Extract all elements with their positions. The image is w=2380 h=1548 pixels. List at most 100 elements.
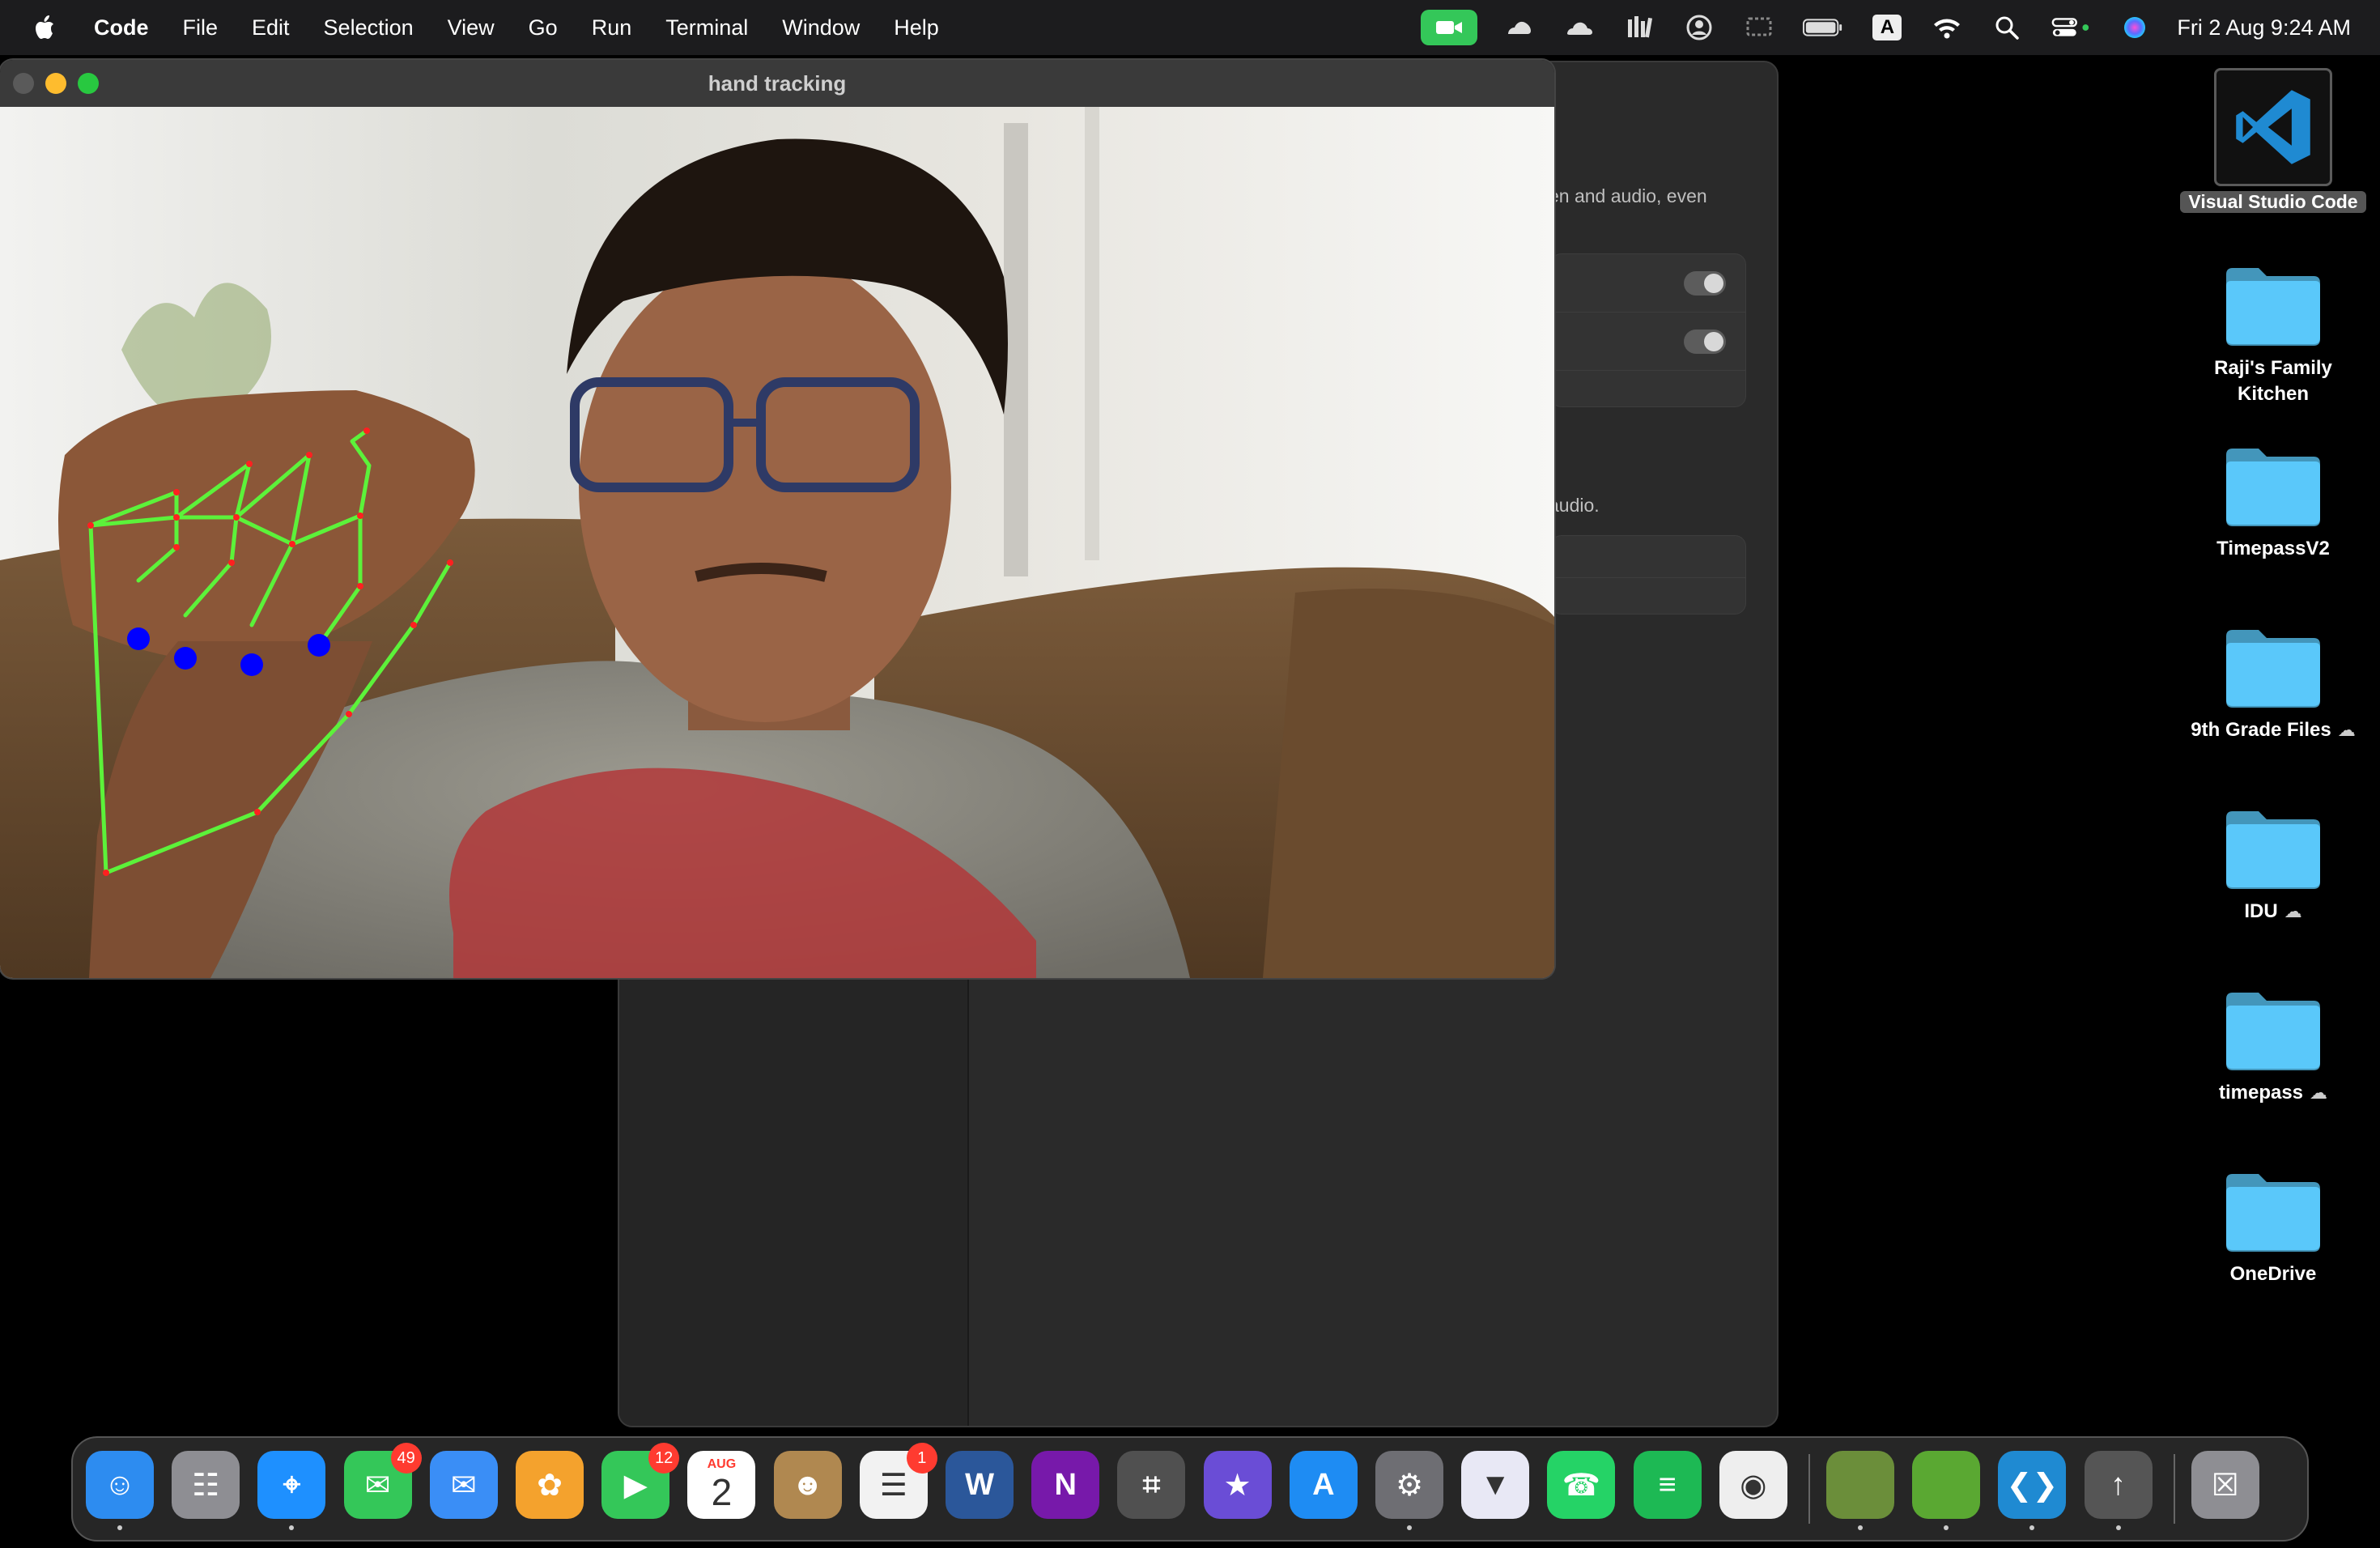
contacts-icon[interactable]: ☻ <box>773 1451 842 1519</box>
menu-terminal[interactable]: Terminal <box>665 15 748 40</box>
settings-row-4 <box>1550 535 1746 579</box>
menubar-clock[interactable]: Fri 2 Aug 9:24 AM <box>2177 15 2351 40</box>
joint <box>87 522 94 529</box>
whatsapp-icon[interactable]: ☎ <box>1547 1451 1616 1519</box>
joint <box>289 541 295 547</box>
creative-cloud-icon[interactable] <box>1502 10 1537 45</box>
settings-toggle-1[interactable] <box>1684 271 1726 296</box>
desktop-folder[interactable]: timepass ☁ <box>2176 988 2370 1106</box>
menu-file[interactable]: File <box>183 15 219 40</box>
folder-icon <box>2226 630 2320 708</box>
library-icon[interactable] <box>1621 10 1657 45</box>
close-button[interactable] <box>13 73 34 94</box>
joint <box>228 559 235 566</box>
messages-icon[interactable]: ✉ 49 <box>343 1443 422 1519</box>
settings-toggle-2[interactable] <box>1684 330 1726 354</box>
dock-app-glyph: ▼ <box>1480 1467 1511 1502</box>
menu-window[interactable]: Window <box>782 15 860 40</box>
imovie-icon[interactable]: ★ <box>1203 1451 1272 1519</box>
icloud-download-icon: ☁ <box>2284 901 2302 921</box>
finder-icon[interactable]: ☺ <box>86 1451 154 1530</box>
calculator-icon[interactable]: ⌗ <box>1117 1451 1186 1519</box>
onedrive-cloud-icon[interactable] <box>1562 10 1597 45</box>
fingertip-marker <box>240 653 263 676</box>
joint <box>173 544 180 551</box>
folder-icon <box>2226 811 2320 889</box>
joint <box>173 489 180 495</box>
photos-icon[interactable]: ✿ <box>516 1451 584 1519</box>
desktop-item-label: timepass ☁ <box>2219 1080 2327 1106</box>
desktop-item-label: TimepassV2 <box>2216 536 2330 562</box>
menu-edit[interactable]: Edit <box>252 15 290 40</box>
facetime-camera-icon[interactable] <box>1421 10 1478 45</box>
app-store-icon[interactable]: A <box>1289 1451 1358 1519</box>
launchpad-icon[interactable]: ☷ <box>172 1451 240 1519</box>
desktop-folder[interactable]: 9th Grade Files ☁ <box>2176 625 2370 743</box>
mail-icon[interactable]: ✉ <box>429 1451 498 1519</box>
wifi-icon[interactable] <box>1929 10 1965 45</box>
settings-description-2: audio. <box>1549 495 1600 516</box>
system-settings-icon[interactable]: ⚙ <box>1375 1451 1443 1530</box>
dock-app-glyph: ✉ <box>364 1468 391 1503</box>
desktop-item-label: 9th Grade Files ☁ <box>2191 717 2355 743</box>
menu-view[interactable]: View <box>448 15 495 40</box>
safari-icon[interactable]: ⌖ <box>257 1451 326 1530</box>
dock-app-glyph: N <box>1054 1467 1077 1502</box>
dock-app-glyph: ☺ <box>104 1467 136 1502</box>
folder-icon <box>2226 449 2320 526</box>
input-source-icon[interactable]: A <box>1869 10 1905 45</box>
joint <box>254 809 261 815</box>
spotify-icon[interactable]: ≡ <box>1633 1451 1702 1519</box>
screen-mirroring-icon[interactable] <box>1741 10 1777 45</box>
folder-name: TimepassV2 <box>2216 538 2330 559</box>
running-indicator <box>2029 1525 2035 1530</box>
menu-go[interactable]: Go <box>529 15 558 40</box>
rocket-icon[interactable]: ↑ <box>2084 1451 2153 1530</box>
hand-tracking-window: hand tracking <box>0 60 1554 978</box>
menu-help[interactable]: Help <box>894 15 939 40</box>
window-titlebar[interactable]: hand tracking <box>0 60 1554 107</box>
vpn-icon[interactable]: ▼ <box>1461 1451 1530 1519</box>
dock-app-glyph: ▶ <box>623 1468 648 1503</box>
desktop-folder[interactable]: Raji's Family Kitchen <box>2176 263 2370 407</box>
vscode-icon[interactable]: ❮❯ <box>1998 1451 2067 1530</box>
chrome-icon[interactable]: ◉ <box>1719 1451 1787 1519</box>
control-center-icon[interactable] <box>2049 10 2093 45</box>
desktop-item-vscode[interactable]: Visual Studio Code <box>2176 68 2370 213</box>
menu-selection[interactable]: Selection <box>324 15 414 40</box>
notification-badge: 1 <box>906 1443 937 1474</box>
vscode-icon <box>2214 68 2332 186</box>
dock-separator <box>1808 1454 1810 1524</box>
dock-app-glyph: ⌖ <box>283 1467 301 1502</box>
minimize-button[interactable] <box>45 73 66 94</box>
battery-icon[interactable] <box>1801 10 1845 45</box>
couch-arm <box>1263 589 1554 978</box>
dock: ☺ ☷ ⌖ ✉ 49 ✉ ✿ ▶ 12 AUG 2 ☻ ☰ 1 W N ⌗ ★ A ⚙ ▼ ☎ ≡ ◉ ❮❯ ↑ ☒ <box>71 1436 2309 1542</box>
minecraft-icon[interactable] <box>1826 1451 1894 1530</box>
fingertip-marker <box>127 627 150 650</box>
user-account-icon[interactable] <box>1681 10 1717 45</box>
menu-app-name[interactable]: Code <box>94 15 149 40</box>
desktop-folder[interactable]: OneDrive <box>2176 1169 2370 1287</box>
input-source-label: A <box>1872 15 1902 40</box>
dock-app-glyph: ✉ <box>450 1468 477 1503</box>
siri-icon[interactable] <box>2117 10 2153 45</box>
folder-name: Raji's Family Kitchen <box>2214 357 2332 405</box>
onenote-icon[interactable]: N <box>1031 1451 1100 1519</box>
apple-menu-icon[interactable] <box>29 11 62 44</box>
minecraft-grass-icon[interactable] <box>1912 1451 1981 1530</box>
desktop-folder[interactable]: TimepassV2 <box>2176 444 2370 562</box>
joint <box>246 461 253 467</box>
desktop-item-label: OneDrive <box>2230 1261 2317 1287</box>
menu-run[interactable]: Run <box>592 15 632 40</box>
word-icon[interactable]: W <box>946 1451 1014 1519</box>
facetime-icon[interactable]: ▶ 12 <box>601 1443 680 1519</box>
joint <box>233 514 240 521</box>
folder-name: OneDrive <box>2229 1263 2317 1285</box>
zoom-button[interactable] <box>78 73 99 94</box>
spotlight-search-icon[interactable] <box>1989 10 2025 45</box>
reminders-icon[interactable]: ☰ 1 <box>859 1443 937 1519</box>
calendar-icon[interactable]: AUG 2 <box>687 1451 756 1519</box>
desktop-folder[interactable]: IDU ☁ <box>2176 806 2370 925</box>
trash-icon[interactable]: ☒ <box>2191 1451 2259 1519</box>
